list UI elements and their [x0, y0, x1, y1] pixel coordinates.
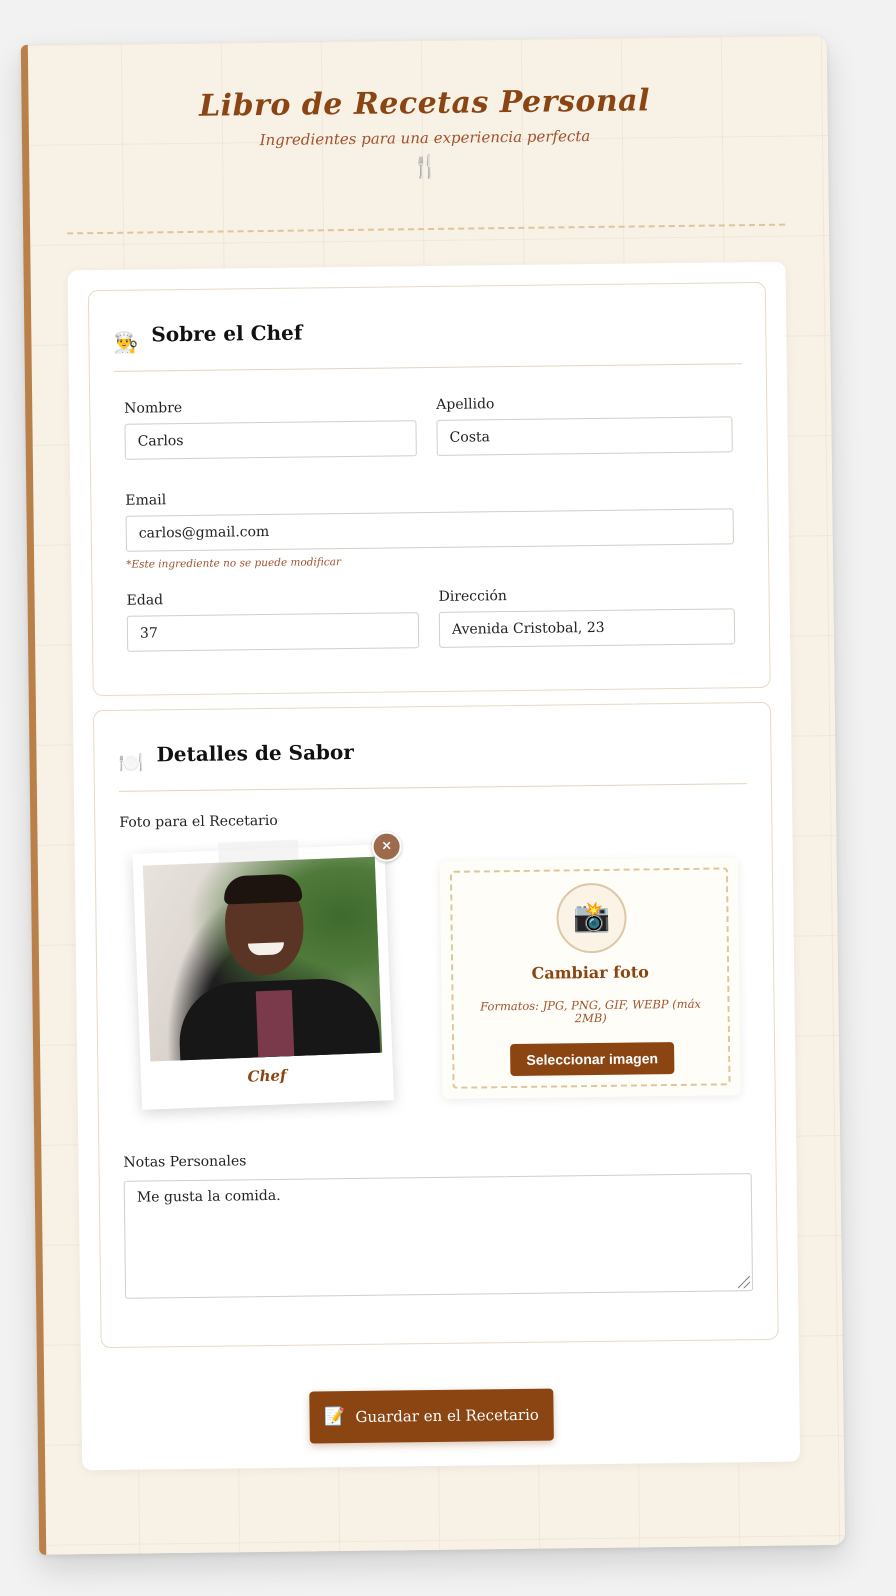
flavor-section-header: 🍽️ Detalles de Sabor	[118, 729, 747, 792]
chef-photo	[142, 856, 383, 1062]
notes-label: Notas Personales	[123, 1153, 247, 1171]
upload-dropzone-border: 📸 Cambiar foto Formatos: JPG, PNG, GIF, …	[449, 867, 731, 1089]
memo-icon: 📝	[324, 1407, 346, 1428]
page-header: Libro de Recetas Personal Ingredientes p…	[21, 81, 828, 185]
polaroid-caption: Chef	[247, 1066, 287, 1086]
upload-dropzone[interactable]: 📸 Cambiar foto Formatos: JPG, PNG, GIF, …	[439, 857, 741, 1099]
polaroid-photo: Chef	[132, 839, 395, 1110]
fork-knife-icon: 🍴	[411, 154, 440, 181]
photo-hair	[223, 873, 303, 905]
select-image-button[interactable]: Seleccionar imagen	[510, 1042, 675, 1077]
edad-input[interactable]: 37	[126, 612, 420, 652]
nombre-label: Nombre	[124, 400, 183, 417]
page-subtitle: Ingredientes para una experiencia perfec…	[259, 127, 591, 150]
upload-formats: Formatos: JPG, PNG, GIF, WEBP (máx 2MB)	[480, 996, 702, 1026]
save-button-label: Guardar en el Recetario	[355, 1405, 539, 1426]
email-label: Email	[125, 492, 167, 509]
photo-label: Foto para el Recetario	[119, 812, 278, 831]
flavor-section-title: Detalles de Sabor	[156, 739, 354, 767]
edad-label: Edad	[126, 592, 164, 609]
remove-photo-button[interactable]: ×	[371, 831, 402, 862]
chef-section: 👨‍🍳 Sobre el Chef Nombre Carlos Apellido…	[87, 281, 771, 697]
upload-title: Cambiar foto	[531, 962, 649, 983]
recipe-book: Libro de Recetas Personal Ingredientes p…	[20, 35, 846, 1555]
notes-textarea[interactable]: Me gusta la comida.	[123, 1173, 754, 1299]
page-title: Libro de Recetas Personal	[198, 83, 651, 124]
email-input[interactable]: carlos@gmail.com	[125, 508, 734, 552]
chef-icon: 👨‍🍳	[113, 330, 139, 355]
plate-icon: 🍽️	[118, 750, 144, 775]
header-divider	[67, 223, 786, 235]
nombre-input[interactable]: Carlos	[124, 420, 417, 460]
direccion-input[interactable]: Avenida Cristobal, 23	[438, 608, 736, 648]
save-button[interactable]: 📝 Guardar en el Recetario	[309, 1388, 554, 1444]
apellido-label: Apellido	[436, 396, 495, 413]
book-spine	[20, 44, 47, 1555]
form-card: 👨‍🍳 Sobre el Chef Nombre Carlos Apellido…	[67, 261, 801, 1471]
resize-handle[interactable]	[737, 1276, 751, 1289]
flavor-section: 🍽️ Detalles de Sabor Foto para el Receta…	[92, 701, 779, 1349]
photo-shirt	[255, 990, 295, 1062]
camera-icon: 📸	[556, 882, 627, 954]
notes-text: Me gusta la comida.	[136, 1187, 281, 1206]
chef-section-title: Sobre el Chef	[151, 320, 303, 347]
email-readonly-note: *Este ingrediente no se puede modificar	[126, 556, 342, 571]
direccion-label: Dirección	[438, 588, 507, 605]
chef-section-header: 👨‍🍳 Sobre el Chef	[113, 309, 742, 372]
apellido-input[interactable]: Costa	[436, 416, 733, 456]
